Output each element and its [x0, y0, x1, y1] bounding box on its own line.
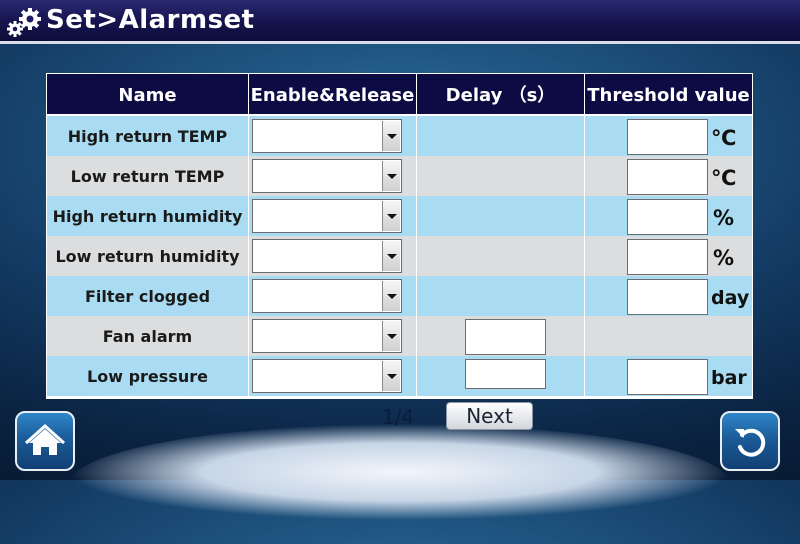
row-name: Fan alarm — [102, 327, 193, 346]
threshold-input[interactable] — [627, 159, 708, 195]
table-row: Low return TEMP ℃ — [47, 156, 752, 196]
column-header-name: Name — [47, 74, 249, 114]
threshold-input[interactable] — [627, 239, 708, 275]
threshold-input[interactable] — [627, 359, 708, 395]
threshold-unit: ℃ — [711, 126, 737, 150]
table-row: High return TEMP ℃ — [47, 116, 752, 156]
delay-input[interactable] — [465, 319, 546, 355]
enable-release-select[interactable] — [252, 199, 402, 233]
chevron-down-icon[interactable] — [383, 161, 400, 191]
chevron-down-icon[interactable] — [383, 121, 400, 151]
threshold-input[interactable] — [627, 279, 708, 315]
table-row: Low return humidity % — [47, 236, 752, 276]
row-name: High return humidity — [52, 207, 243, 226]
gear-icon — [4, 6, 44, 40]
column-header-delay: Delay （s） — [417, 74, 585, 114]
table-row: High return humidity % — [47, 196, 752, 236]
enable-release-select[interactable] — [252, 279, 402, 313]
threshold-input[interactable] — [627, 119, 708, 155]
delay-input[interactable] — [465, 359, 546, 389]
chevron-down-icon[interactable] — [383, 281, 400, 311]
row-name: Low return humidity — [55, 247, 240, 266]
bottom-glow — [70, 424, 730, 544]
threshold-unit: % — [713, 206, 735, 230]
threshold-unit: % — [713, 246, 735, 270]
alarm-table: Name Enable&Release Delay （s） Threshold … — [46, 73, 753, 399]
enable-release-select[interactable] — [252, 119, 402, 153]
next-button[interactable]: Next — [446, 402, 533, 430]
chevron-down-icon[interactable] — [383, 361, 400, 391]
enable-release-select[interactable] — [252, 359, 402, 393]
back-button[interactable] — [720, 411, 780, 471]
row-name: Low pressure — [87, 367, 208, 386]
home-icon — [24, 423, 66, 455]
chevron-down-icon[interactable] — [383, 201, 400, 231]
table-row: Low pressure bar — [47, 356, 752, 396]
enable-release-select[interactable] — [252, 239, 402, 273]
column-header-enable: Enable&Release — [249, 74, 417, 114]
enable-release-select[interactable] — [252, 319, 402, 353]
row-name: Filter clogged — [84, 287, 211, 306]
chevron-down-icon[interactable] — [383, 321, 400, 351]
title-bar: Set>Alarmset — [0, 0, 800, 44]
page-title: Set>Alarmset — [46, 5, 255, 35]
page-indicator: 1/4 — [381, 405, 415, 429]
row-name: Low return TEMP — [70, 167, 225, 186]
table-row: Fan alarm — [47, 316, 752, 356]
enable-release-select[interactable] — [252, 159, 402, 193]
threshold-unit: day — [711, 287, 750, 309]
table-row: Filter clogged day — [47, 276, 752, 316]
threshold-input[interactable] — [627, 199, 708, 235]
chevron-down-icon[interactable] — [383, 241, 400, 271]
threshold-unit: ℃ — [711, 166, 737, 190]
home-button[interactable] — [15, 411, 75, 471]
column-header-threshold: Threshold value — [587, 85, 750, 106]
table-header: Name Enable&Release Delay （s） Threshold … — [47, 74, 752, 114]
threshold-unit: bar — [711, 367, 747, 389]
row-name: High return TEMP — [67, 127, 228, 146]
back-icon — [735, 428, 766, 457]
